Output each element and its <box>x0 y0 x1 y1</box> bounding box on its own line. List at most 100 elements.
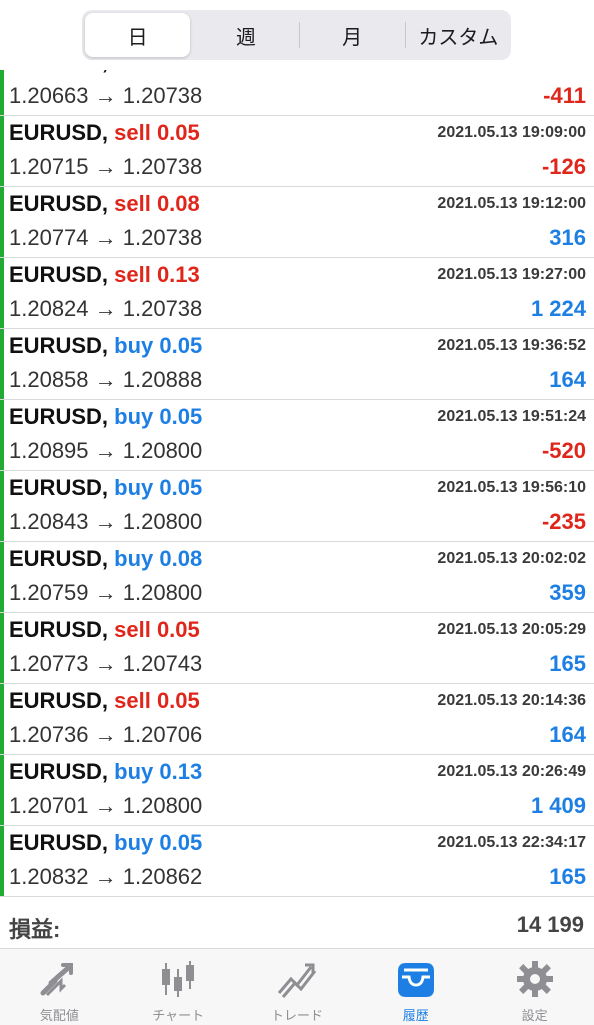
segment-day[interactable]: 日 <box>85 13 191 57</box>
trade-side: buy 0.05 <box>114 830 203 855</box>
symbol-text: EURUSD, <box>9 475 109 500</box>
symbol-text: EURUSD, <box>9 120 109 145</box>
trade-side: sell 0.13 <box>114 262 200 287</box>
trade-time: 2021.05.13 19:09:00 <box>437 124 586 141</box>
trade-row[interactable]: EURUSD, buy 0.05 2021.05.13 19:51:24 1.208… <box>0 400 594 471</box>
bottom-tab-bar: 気配値 チャート トレード 履歴 設定 <box>0 948 594 1025</box>
trade-profit: 165 <box>549 651 586 676</box>
trade-symbol: EURUSD, buy 0.05 <box>9 333 202 359</box>
trade-time: 2021.05.13 20:14:36 <box>437 692 586 709</box>
symbol-text: EURUSD, <box>9 830 109 855</box>
trade-prices: 1.20832 → 1.20862 <box>9 864 203 889</box>
trade-side: buy 0.05 <box>114 333 203 358</box>
trade-profit: 164 <box>549 722 586 747</box>
trade-side: buy 0.08 <box>114 546 203 571</box>
trade-symbol: EURUSD, sell 0.08 <box>9 191 200 217</box>
trade-profit: 1 224 <box>530 296 586 321</box>
trade-prices: 1.20843 → 1.20800 <box>9 509 203 534</box>
symbol-text: EURUSD, <box>9 546 109 571</box>
trade-row[interactable]: EURUSD, buy 0.05 2021.05.13 22:34:17 1.208… <box>0 826 594 897</box>
trade-prices: 1.20824 → 1.20738 <box>9 296 203 321</box>
profit-summary: 損益: 14 199 <box>0 900 594 949</box>
candlestick-chart-icon <box>156 959 200 999</box>
trade-side: sell 0.05 <box>114 120 200 145</box>
trade-side: sell 0.05 <box>114 617 200 642</box>
trade-time: 2021.05.13 19:36:52 <box>437 337 586 354</box>
tab-label: 履歴 <box>402 1009 429 1024</box>
trade-rows: EURUSD, sell 0.05 2021.05.13 19:09:00 1.20… <box>0 116 594 897</box>
period-selector-bar: 日 週 月 カスタム <box>0 0 594 70</box>
trade-time: 2021.05.13 20:26:49 <box>437 763 586 780</box>
trade-time: 2021.05.13 20:02:02 <box>437 550 586 567</box>
trade-prices: 1.20701 → 1.20800 <box>9 793 203 818</box>
symbol-text: EURUSD, <box>9 404 109 429</box>
trade-symbol: EURUSD, buy 0.08 <box>9 546 202 572</box>
tab-label: チャート <box>152 1009 205 1024</box>
trade-time: 2021.05.13 20:05:29 <box>437 621 586 638</box>
trade-row[interactable]: EURUSD, buy 0.05 2021.05.13 19:36:52 1.208… <box>0 329 594 400</box>
trade-line-icon <box>275 959 319 999</box>
trade-row[interactable]: EURUSD, buy 0.05 2021.05.13 19:56:10 1.208… <box>0 471 594 542</box>
gear-icon <box>513 959 557 999</box>
tab-settings[interactable]: 設定 <box>475 949 594 1025</box>
trade-row[interactable]: EURUSD, buy 0.08 2021.05.13 20:02:02 1.207… <box>0 542 594 613</box>
trade-profit: -235 <box>541 509 586 534</box>
period-segmented-control: 日 週 月 カスタム <box>82 10 511 60</box>
tab-chart[interactable]: チャート <box>119 949 238 1025</box>
trade-symbol: EURUSD, buy 0.05 <box>9 404 202 430</box>
trade-prices: 1.20773 → 1.20743 <box>9 651 203 676</box>
trade-profit: -520 <box>541 438 586 463</box>
trade-side: sell 0.05 <box>114 688 200 713</box>
trade-history-list[interactable]: EURUSD, sell 0.05 1.20663 → 1.20738 -411… <box>0 46 594 900</box>
inbox-tray-icon <box>394 959 438 999</box>
tab-quotes[interactable]: 気配値 <box>0 949 119 1025</box>
trade-row[interactable]: EURUSD, sell 0.13 2021.05.13 19:27:00 1.20… <box>0 258 594 329</box>
trade-time: 2021.05.13 19:12:00 <box>437 195 586 212</box>
trade-row[interactable]: EURUSD, sell 0.08 2021.05.13 19:12:00 1.20… <box>0 187 594 258</box>
trade-row[interactable]: EURUSD, sell 0.05 2021.05.13 20:14:36 1.20… <box>0 684 594 755</box>
symbol-text: EURUSD, <box>9 333 109 358</box>
trade-side: sell 0.08 <box>114 191 200 216</box>
trade-side: buy 0.05 <box>114 475 203 500</box>
trade-symbol: EURUSD, buy 0.05 <box>9 475 202 501</box>
trade-profit: 164 <box>549 367 586 392</box>
trade-prices: 1.20759 → 1.20800 <box>9 580 203 605</box>
trade-side: buy 0.05 <box>114 404 203 429</box>
trade-time: 2021.05.13 22:34:17 <box>437 834 586 851</box>
symbol-text: EURUSD, <box>9 617 109 642</box>
trade-profit: 165 <box>549 864 586 889</box>
trade-symbol: EURUSD, buy 0.05 <box>9 830 202 856</box>
trade-prices: 1.20736 → 1.20706 <box>9 722 203 747</box>
segment-month[interactable]: 月 <box>300 10 405 60</box>
trade-row[interactable]: EURUSD, sell 0.05 2021.05.13 20:05:29 1.20… <box>0 613 594 684</box>
trade-profit: 316 <box>549 225 586 250</box>
tab-trade[interactable]: トレード <box>238 949 357 1025</box>
trade-profit: -411 <box>543 83 586 108</box>
summary-value: 14 199 <box>516 912 584 937</box>
trade-prices: 1.20858 → 1.20888 <box>9 367 203 392</box>
trade-side: buy 0.13 <box>114 759 203 784</box>
symbol-text: EURUSD, <box>9 759 109 784</box>
symbol-text: EURUSD, <box>9 688 109 713</box>
trade-symbol: EURUSD, sell 0.05 <box>9 617 200 643</box>
arrows-updown-icon <box>37 959 81 999</box>
tab-label: 気配値 <box>39 1009 79 1024</box>
tab-history[interactable]: 履歴 <box>356 949 475 1025</box>
trade-prices: 1.20663 → 1.20738 <box>9 83 203 108</box>
trade-prices: 1.20895 → 1.20800 <box>9 438 203 463</box>
summary-label: 損益: <box>9 917 61 942</box>
trade-row[interactable]: EURUSD, sell 0.05 2021.05.13 19:09:00 1.20… <box>0 116 594 187</box>
symbol-text: EURUSD, <box>9 191 109 216</box>
trade-row[interactable]: EURUSD, buy 0.13 2021.05.13 20:26:49 1.207… <box>0 755 594 826</box>
segment-custom[interactable]: カスタム <box>406 10 511 60</box>
trade-symbol: EURUSD, sell 0.13 <box>9 262 200 288</box>
segment-week[interactable]: 週 <box>193 10 298 60</box>
trade-time: 2021.05.13 19:27:00 <box>437 266 586 283</box>
symbol-text: EURUSD, <box>9 262 109 287</box>
trade-prices: 1.20774 → 1.20738 <box>9 225 203 250</box>
trade-symbol: EURUSD, sell 0.05 <box>9 120 200 146</box>
trade-time: 2021.05.13 19:56:10 <box>437 479 586 496</box>
trade-time: 2021.05.13 19:51:24 <box>437 408 586 425</box>
trade-profit: 1 409 <box>530 793 586 818</box>
tab-label: トレード <box>270 1009 323 1024</box>
